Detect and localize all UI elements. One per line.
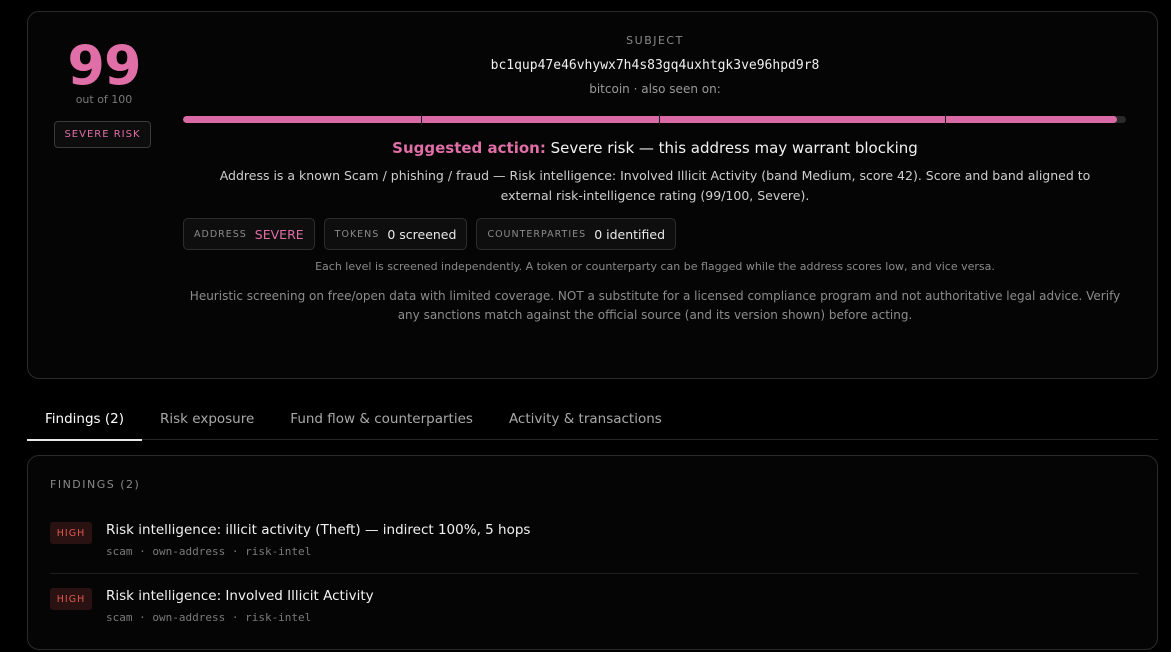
levels-note: Each level is screened independently. A …	[315, 260, 995, 273]
chip-value: 0 screened	[387, 226, 457, 242]
risk-bar-tick	[945, 114, 946, 125]
tab-findings[interactable]: Findings (2)	[27, 398, 142, 441]
finding-title: Risk intelligence: illicit activity (The…	[106, 522, 531, 538]
chain-info: bitcoin · also seen on:	[589, 82, 721, 96]
chip-counterparties: COUNTERPARTIES 0 identified	[476, 218, 677, 250]
chip-value: SEVERE	[254, 226, 304, 242]
risk-description: Address is a known Scam / phishing / fra…	[219, 168, 1091, 203]
risk-bar-tick	[421, 114, 422, 125]
risk-bar-tick	[659, 114, 660, 125]
chip-tokens: TOKENS 0 screened	[323, 218, 468, 250]
suggested-action: Suggested action: Severe risk — this add…	[183, 139, 1127, 157]
tab-fund-flow[interactable]: Fund flow & counterparties	[272, 398, 491, 440]
result-tabs: Findings (2) Risk exposure Fund flow & c…	[27, 398, 1158, 441]
disclaimer: Heuristic screening on free/open data wi…	[189, 289, 1121, 322]
risk-score-bar	[183, 116, 1126, 123]
chip-address: ADDRESS SEVERE	[183, 218, 315, 250]
chip-key: TOKENS	[334, 228, 380, 240]
chip-value: 0 identified	[594, 226, 666, 242]
finding-tags: scam · own-address · risk-intel	[106, 611, 312, 624]
risk-score: 99	[67, 34, 141, 97]
finding-item[interactable]: HIGH Risk intelligence: Involved Illicit…	[50, 584, 1138, 640]
severity-badge: HIGH	[50, 588, 92, 610]
risk-score-bar-fill	[183, 116, 1117, 123]
tab-risk-exposure[interactable]: Risk exposure	[142, 398, 272, 440]
finding-item[interactable]: HIGH Risk intelligence: illicit activity…	[50, 518, 1138, 574]
suggested-action-label: Suggested action:	[392, 139, 546, 157]
chip-key: COUNTERPARTIES	[487, 228, 587, 240]
suggested-action-text: Severe risk — this address may warrant b…	[550, 139, 918, 157]
findings-title: FINDINGS (2)	[50, 478, 141, 491]
risk-summary-card: 99 out of 100 SEVERE RISK SUBJECT bc1qup…	[27, 11, 1158, 379]
subject-label: SUBJECT	[626, 34, 684, 47]
chip-key: ADDRESS	[194, 228, 247, 240]
risk-level-badge: SEVERE RISK	[54, 121, 151, 148]
finding-tags: scam · own-address · risk-intel	[106, 545, 312, 558]
finding-title: Risk intelligence: Involved Illicit Acti…	[106, 588, 374, 604]
tab-activity[interactable]: Activity & transactions	[491, 398, 680, 440]
severity-badge: HIGH	[50, 522, 92, 544]
level-chips: ADDRESS SEVERE TOKENS 0 screened COUNTER…	[183, 218, 677, 250]
findings-card: FINDINGS (2) HIGH Risk intelligence: ill…	[27, 455, 1158, 650]
subject-address[interactable]: bc1qup47e46vhywx7h4s83gq4uxhtgk3ve96hpd9…	[183, 58, 1127, 73]
risk-score-scale: out of 100	[75, 93, 133, 106]
